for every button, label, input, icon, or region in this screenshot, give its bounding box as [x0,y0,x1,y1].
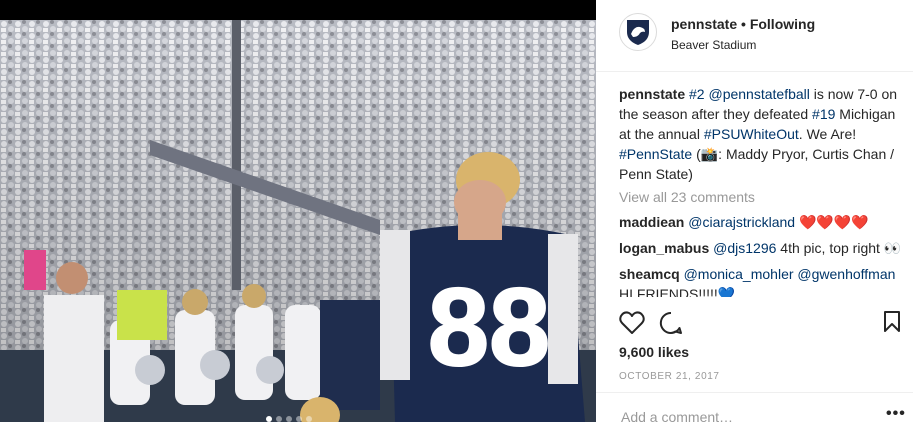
comment-username[interactable]: maddiean [619,214,684,230]
view-all-comments-link[interactable]: View all 23 comments [619,187,906,207]
comment: sheamcq @monica_mohler @gwenhoffman HI F… [619,264,906,297]
following-button[interactable]: Following [750,16,815,32]
avatar[interactable] [619,13,657,51]
location-link[interactable]: Beaver Stadium [671,38,756,52]
comment-text: HI FRIENDS!!!!!💙 [619,286,736,297]
post-date: OCTOBER 21, 2017 [619,371,720,382]
top-black-bar [0,0,596,20]
comment: maddiean @ciarajstrickland ❤️❤️❤️❤️ [619,212,906,232]
post-photo[interactable]: 88 [0,20,596,422]
more-options-icon[interactable]: ••• [886,405,906,423]
carousel-dot[interactable] [296,416,302,422]
carousel-dots [266,416,312,422]
hashtag-link[interactable]: #PSUWhiteOut [704,126,799,142]
header-line: pennstate • Following [671,16,815,32]
hashtag-link[interactable]: #19 [812,106,835,122]
bookmark-icon[interactable] [883,311,901,333]
post-sidebar: pennstate • Following Beaver Stadium pen… [596,0,913,425]
mention-link[interactable]: @monica_mohler @gwenhoffman [684,266,896,282]
carousel-dot[interactable] [276,416,282,422]
comment-icon[interactable] [659,311,683,335]
comment: logan_mabus @djs1296 4th pic, top right … [619,238,906,258]
action-bar [619,311,909,337]
caption-username[interactable]: pennstate [619,86,685,102]
separator-dot: • [741,16,746,32]
caption-text: . We Are! [798,126,857,142]
comments-area: pennstate #2 @pennstatefball is now 7-0 … [619,84,906,297]
comment-text: 4th pic, top right 👀 [780,240,902,256]
add-comment-bar: Add a comment… ••• [596,392,913,425]
likes-count[interactable]: 9,600 likes [619,344,689,360]
camera-emoji: 📸 [700,146,719,162]
mention-link[interactable]: @djs1296 [713,240,776,256]
heart-icon[interactable] [619,311,645,335]
hashtag-link[interactable]: #PennState [619,146,692,162]
comment-username[interactable]: logan_mabus [619,240,709,256]
hashtag-link[interactable]: #2 [689,86,705,102]
svg-text:88: 88 [428,266,550,389]
carousel-dot[interactable] [306,416,312,422]
comment-username[interactable]: sheamcq [619,266,680,282]
post-header: pennstate • Following Beaver Stadium [596,0,913,72]
add-comment-input[interactable]: Add a comment… [621,409,733,425]
stadium-scene: 88 [0,20,596,422]
mention-link[interactable]: @ciarajstrickland [688,214,795,230]
carousel-dot[interactable] [266,416,272,422]
caption: pennstate #2 @pennstatefball is now 7-0 … [619,84,906,184]
mention-link[interactable]: @pennstatefball [708,86,809,102]
comment-text: ❤️❤️❤️❤️ [798,214,869,230]
penn-state-shield-icon [627,20,649,45]
carousel-dot[interactable] [286,416,292,422]
username-link[interactable]: pennstate [671,16,737,32]
